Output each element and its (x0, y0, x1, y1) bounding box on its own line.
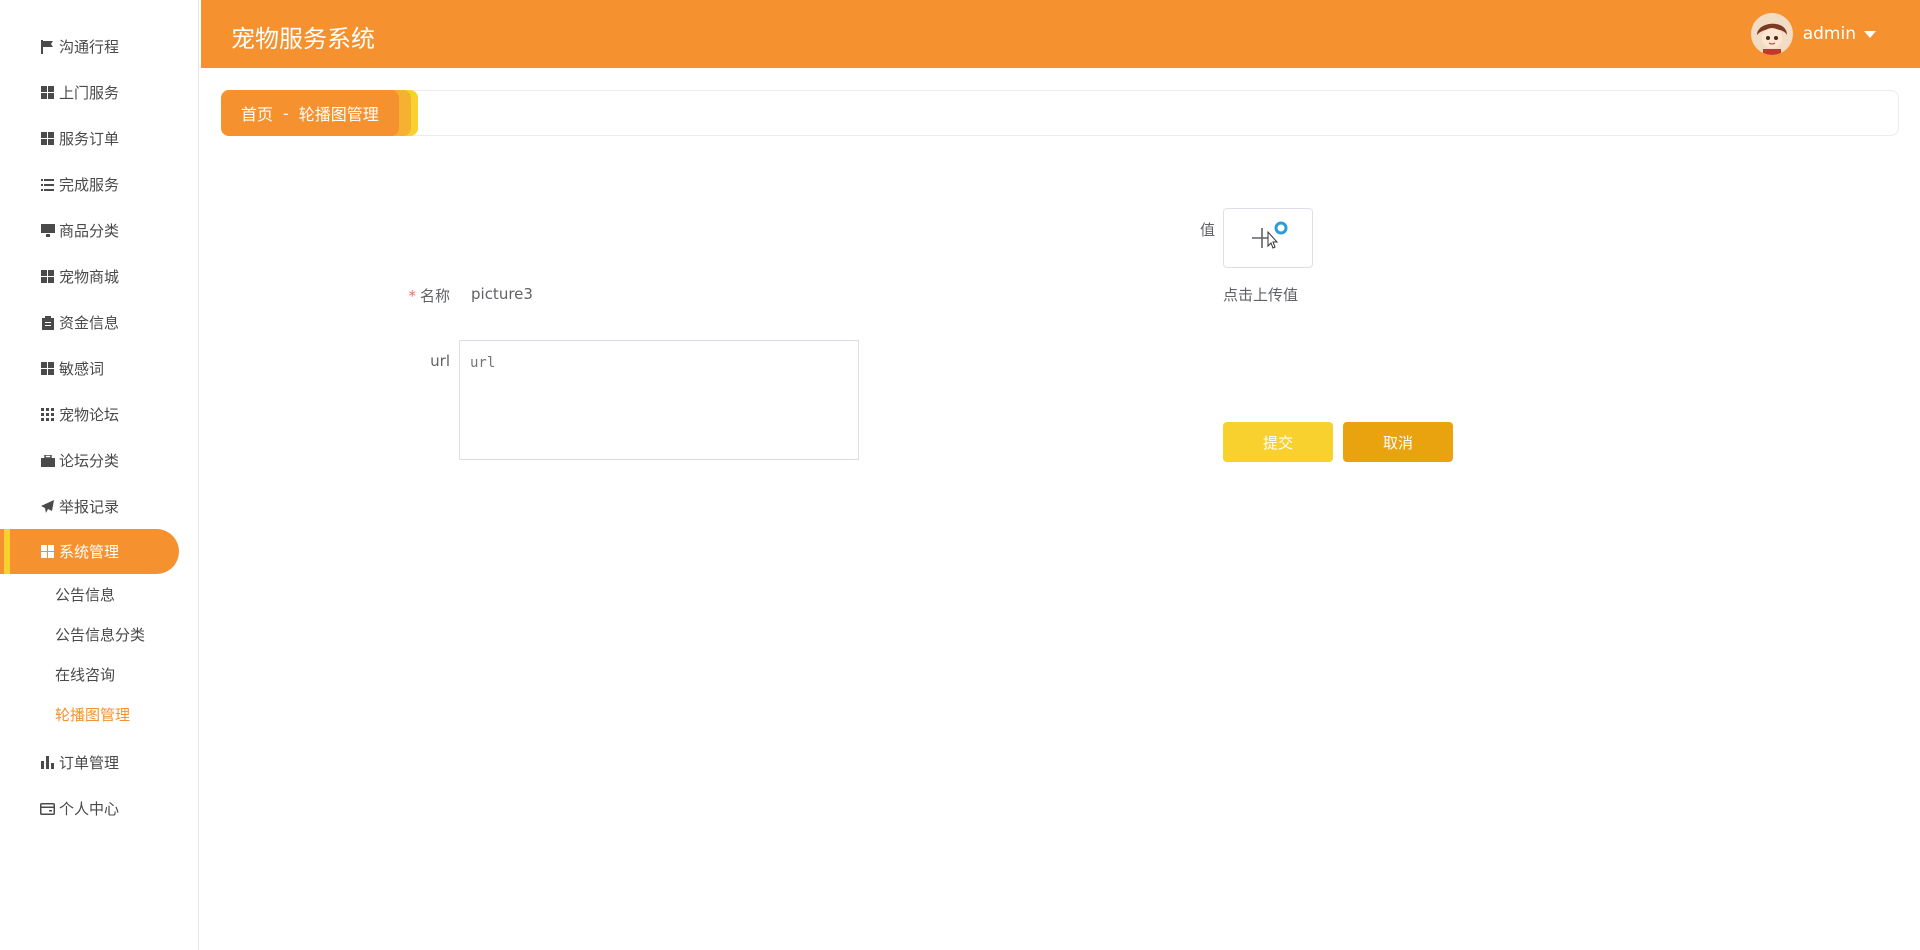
breadcrumb-separator: - (283, 103, 289, 123)
sidebar-item-order-management[interactable]: 订单管理 (0, 740, 179, 785)
sidebar-item-label: 敏感词 (59, 360, 105, 378)
grid-icon (40, 131, 55, 146)
sidebar-item-pet-mall[interactable]: 宠物商城 (0, 254, 179, 299)
user-name: admin (1802, 24, 1856, 44)
sidebar-item-personal-center[interactable]: 个人中心 (0, 786, 179, 831)
send-icon (40, 499, 55, 514)
grid-icon (40, 361, 55, 376)
submenu-item-label: 在线咨询 (55, 665, 116, 684)
sidebar-item-forum-category[interactable]: 论坛分类 (0, 438, 179, 483)
user-menu[interactable]: admin (1750, 12, 1876, 56)
name-value: picture3 (471, 285, 533, 303)
sidebar-item-label: 宠物商城 (59, 268, 120, 286)
sidebar-item-label: 订单管理 (59, 754, 120, 772)
breadcrumb-main: 首页 - 轮播图管理 (221, 90, 399, 136)
breadcrumb-home[interactable]: 首页 (241, 101, 273, 125)
url-label: url (430, 352, 450, 370)
required-asterisk: * (408, 287, 416, 305)
sidebar-item-service-orders[interactable]: 服务订单 (0, 116, 179, 161)
sidebar-item-label: 系统管理 (59, 543, 120, 561)
grid-icon (40, 85, 55, 100)
plus-icon (1248, 219, 1288, 257)
sidebar-item-completed-service[interactable]: 完成服务 (0, 162, 179, 207)
top-header: 宠物服务系统 admin (201, 0, 1920, 68)
cancel-button[interactable]: 取消 (1343, 422, 1453, 462)
briefcase-icon (40, 453, 55, 468)
sidebar-item-communication[interactable]: 沟通行程 (0, 24, 179, 69)
sidebar-item-label: 宠物论坛 (59, 406, 120, 424)
sidebar-item-system-management[interactable]: 系统管理 (0, 529, 179, 574)
caret-down-icon (1864, 30, 1876, 38)
app-title: 宠物服务系统 (231, 25, 375, 53)
name-label: * 名称 (405, 285, 450, 306)
bar-chart-icon (40, 755, 55, 770)
sidebar-item-product-category[interactable]: 商品分类 (0, 208, 179, 253)
upload-hint: 点击上传值 (1223, 286, 1299, 304)
monitor-icon (40, 223, 55, 238)
sidebar-item-label: 服务订单 (59, 130, 120, 148)
sidebar-item-label: 商品分类 (59, 222, 120, 240)
submenu-item-carousel-management[interactable]: 轮播图管理 (0, 694, 190, 734)
sidebar-item-label: 资金信息 (59, 314, 120, 332)
sidebar-item-sensitive-words[interactable]: 敏感词 (0, 346, 179, 391)
value-label: 值 (1199, 221, 1215, 239)
breadcrumb: 首页 - 轮播图管理 (221, 90, 1899, 136)
submit-button[interactable]: 提交 (1223, 422, 1333, 462)
sidebar-item-report-records[interactable]: 举报记录 (0, 484, 179, 529)
sidebar-item-pet-forum[interactable]: 宠物论坛 (0, 392, 179, 437)
breadcrumb-current: 轮播图管理 (298, 105, 379, 124)
upload-box[interactable] (1223, 208, 1313, 268)
submenu-item-label: 公告信息分类 (55, 625, 146, 644)
apps-icon (40, 407, 55, 422)
avatar (1750, 13, 1793, 55)
url-textarea[interactable] (459, 340, 859, 460)
sidebar-item-label: 完成服务 (59, 176, 120, 194)
sidebar-item-funds[interactable]: 资金信息 (0, 300, 179, 345)
card-icon (40, 801, 55, 816)
grid-icon (40, 544, 55, 559)
submenu-item-label: 公告信息 (55, 585, 116, 604)
grid-icon (40, 269, 55, 284)
sidebar-item-home-service[interactable]: 上门服务 (0, 70, 179, 115)
sidebar-item-label: 上门服务 (59, 84, 120, 102)
list-icon (40, 177, 55, 192)
submenu-item-online-consult[interactable]: 在线咨询 (0, 654, 190, 694)
clipboard-icon (40, 315, 55, 330)
flag-icon (40, 39, 55, 54)
sidebar-item-label: 论坛分类 (59, 452, 120, 470)
name-label-text: 名称 (419, 287, 450, 305)
submenu-item-label: 轮播图管理 (55, 705, 131, 724)
breadcrumb-tab: 首页 - 轮播图管理 (221, 90, 418, 136)
submenu-item-announcements[interactable]: 公告信息 (0, 574, 190, 614)
sidebar-item-label: 举报记录 (59, 498, 120, 516)
submenu-item-announcement-category[interactable]: 公告信息分类 (0, 614, 190, 654)
sidebar-item-label: 沟通行程 (59, 38, 120, 56)
sidebar-item-label: 个人中心 (59, 800, 120, 818)
sidebar: 沟通行程 上门服务 服务订单 完成服务 商品分类 宠物商城 资金信息 敏感词 宠… (0, 0, 199, 950)
